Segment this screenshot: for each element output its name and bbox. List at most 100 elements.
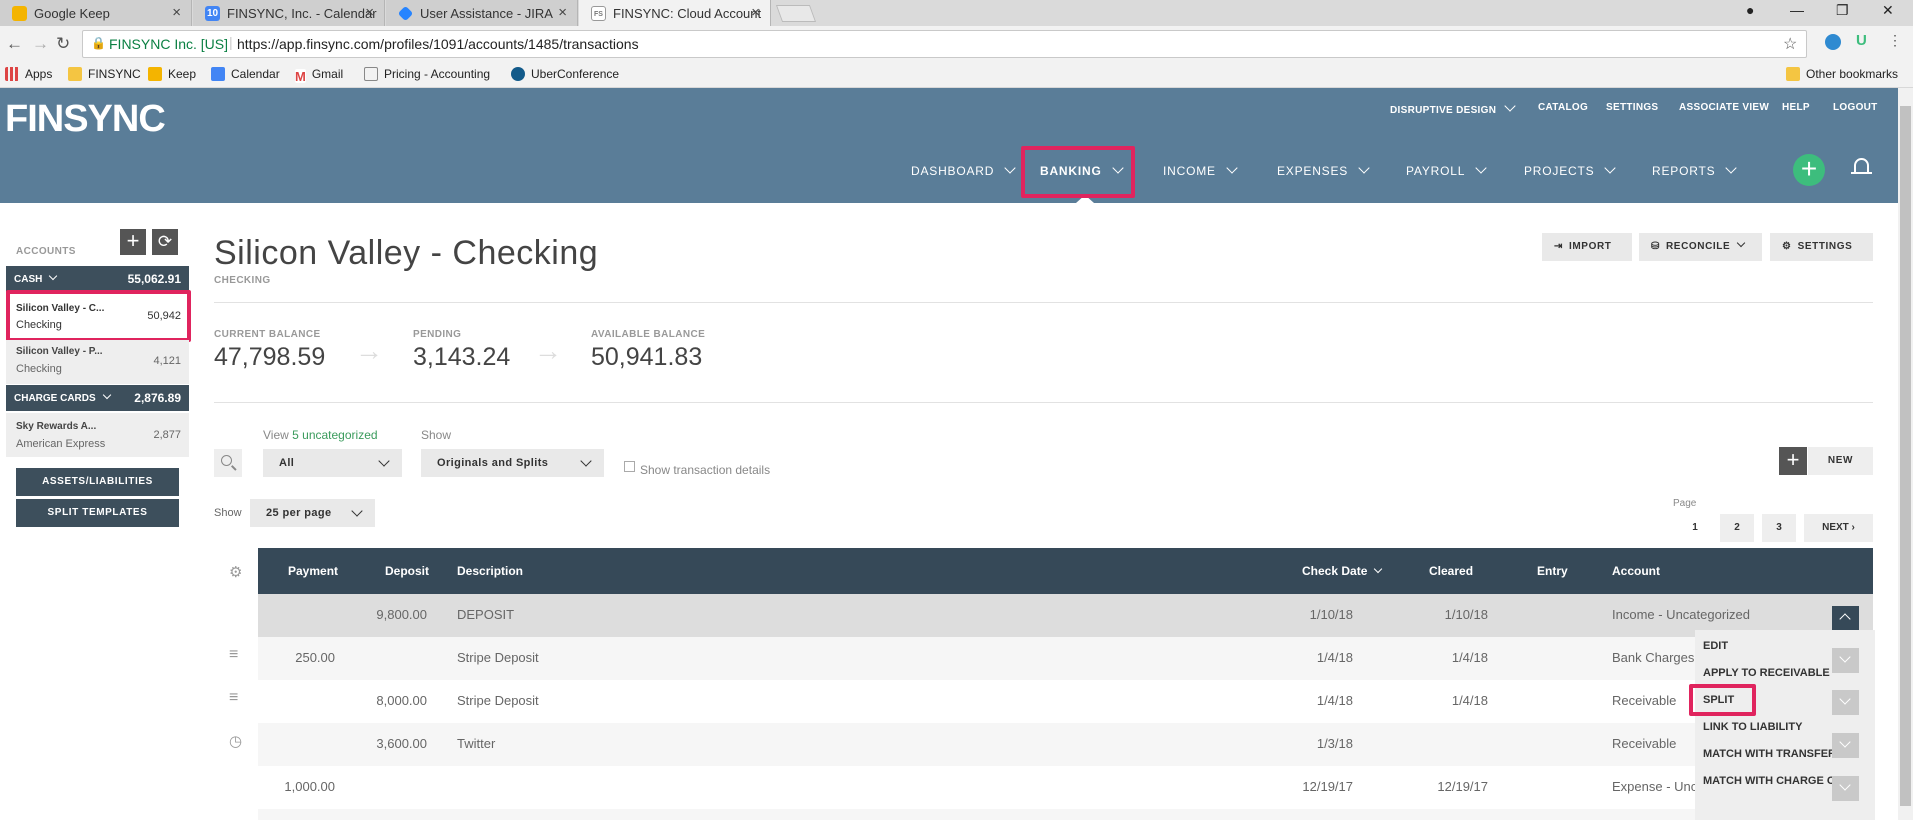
bookmark-calendar[interactable]: Calendar (211, 67, 280, 81)
quick-add-button[interactable]: + (1793, 154, 1825, 186)
secure-label: FINSYNC Inc. [US] (109, 36, 229, 52)
add-account-button[interactable]: + (120, 229, 146, 255)
close-icon[interactable]: × (751, 4, 760, 21)
app-header: FINSYNC DISRUPTIVE DESIGN CATALOG SETTIN… (0, 88, 1898, 203)
cash-group-header[interactable]: CASH 55,062.91 (6, 266, 189, 292)
clock-icon[interactable]: ◷ (229, 732, 242, 750)
drag-handle-icon[interactable]: ≡ (229, 646, 238, 664)
charge-cards-group-header[interactable]: CHARGE CARDS 2,876.89 (6, 385, 189, 411)
show-select[interactable]: Originals and Splits (421, 449, 604, 477)
page-2-button[interactable]: 2 (1720, 514, 1754, 542)
row-expand-button[interactable] (1832, 733, 1859, 758)
nav-income[interactable]: INCOME (1163, 162, 1238, 178)
per-page-select[interactable]: 25 per page (250, 499, 375, 527)
menu-dots-icon[interactable]: ⋮ (1888, 32, 1902, 49)
new-transaction-add-icon[interactable]: + (1779, 447, 1807, 475)
minimize-icon[interactable]: — (1790, 2, 1804, 18)
close-window-icon[interactable]: ✕ (1882, 2, 1894, 19)
account-item[interactable]: Silicon Valley - P... Checking 4,121 (6, 340, 189, 384)
col-description[interactable]: Description (457, 564, 523, 578)
logout-link[interactable]: LOGOUT (1833, 102, 1878, 113)
close-icon[interactable]: × (172, 4, 181, 21)
bookmark-pricing[interactable]: Pricing - Accounting (364, 67, 490, 81)
forward-icon[interactable]: → (32, 34, 49, 54)
page-3-button[interactable]: 3 (1762, 514, 1796, 542)
table-row[interactable]: 250.00 Stripe Deposit 1/4/18 1/4/18 Bank… (258, 637, 1873, 680)
row-expand-button[interactable] (1832, 776, 1859, 801)
bell-icon[interactable] (1854, 158, 1869, 172)
page-scrollbar[interactable] (1898, 88, 1913, 820)
bookmark-uberconference[interactable]: UberConference (511, 67, 619, 81)
tab-finsync[interactable]: FS FINSYNC: Cloud Account × (579, 0, 771, 26)
nav-dashboard[interactable]: DASHBOARD (911, 162, 1016, 178)
reconcile-button[interactable]: ⛁ RECONCILE (1639, 233, 1762, 261)
extension-u-icon[interactable]: U (1856, 32, 1867, 49)
tab-jira[interactable]: User Assistance - JIRA × (386, 0, 578, 26)
new-tab-button[interactable] (775, 5, 817, 22)
url-text[interactable]: https://app.finsync.com/profiles/1091/ac… (237, 36, 639, 52)
col-deposit[interactable]: Deposit (385, 564, 429, 578)
bookmark-keep[interactable]: Keep (148, 67, 196, 81)
close-icon[interactable]: × (365, 4, 374, 21)
help-link[interactable]: HELP (1782, 102, 1810, 113)
extension-icon[interactable] (1825, 34, 1841, 50)
row-expand-button[interactable] (1832, 690, 1859, 715)
restore-icon[interactable]: ❐ (1836, 2, 1849, 19)
tab-google-keep[interactable]: Google Keep × (0, 0, 192, 26)
uncategorized-link[interactable]: 5 uncategorized (292, 428, 377, 442)
refresh-icon[interactable]: ⟳ (152, 229, 178, 255)
view-label: View 5 uncategorized (263, 428, 378, 442)
nav-expenses[interactable]: EXPENSES (1277, 162, 1370, 178)
table-row[interactable]: 3,600.00 Twitter 1/3/18 Receivable (258, 723, 1873, 766)
associate-view-link[interactable]: ASSOCIATE VIEW (1679, 102, 1769, 113)
address-bar[interactable]: 🔒 FINSYNC Inc. [US] | https://app.finsyn… (82, 30, 1807, 58)
import-button[interactable]: ⇥ IMPORT (1542, 233, 1632, 261)
search-button[interactable] (214, 449, 242, 477)
transaction-details-checkbox[interactable] (624, 461, 635, 472)
menu-link-to-liability[interactable]: LINK TO LIABILITY (1703, 721, 1802, 733)
settings-link[interactable]: SETTINGS (1606, 102, 1658, 113)
col-check-date[interactable]: Check Date (1302, 564, 1383, 578)
table-row[interactable]: 1,000.00 12/19/17 12/19/17 Expense - Unc (258, 766, 1873, 809)
table-row[interactable]: 8,000.00 Stripe Deposit 1/4/18 1/4/18 Re… (258, 680, 1873, 723)
row-expand-button[interactable] (1832, 648, 1859, 673)
col-entry[interactable]: Entry (1537, 564, 1568, 578)
col-cleared[interactable]: Cleared (1429, 564, 1473, 578)
drag-handle-icon[interactable]: ≡ (229, 689, 238, 707)
tab-calendar[interactable]: 10 FINSYNC, Inc. - Calendar × (193, 0, 385, 26)
profile-icon[interactable]: ● (1746, 2, 1754, 18)
account-item[interactable]: Sky Rewards A... American Express 2,877 (6, 413, 189, 457)
menu-match-with-charge-card[interactable]: MATCH WITH CHARGE C (1703, 775, 1835, 787)
org-switcher[interactable]: DISRUPTIVE DESIGN (1390, 100, 1516, 116)
bookmark-apps[interactable]: Apps (5, 67, 52, 81)
finsync-logo[interactable]: FINSYNC (5, 98, 166, 141)
account-settings-button[interactable]: ⚙ SETTINGS (1770, 233, 1873, 261)
menu-edit[interactable]: EDIT (1703, 640, 1728, 652)
bookmark-other[interactable]: Other bookmarks (1786, 67, 1898, 81)
next-page-button[interactable]: NEXT › (1804, 514, 1873, 542)
reload-icon[interactable]: ↻ (56, 34, 70, 54)
menu-match-with-transfer[interactable]: MATCH WITH TRANSFER (1703, 748, 1836, 760)
assets-liabilities-button[interactable]: ASSETS/LIABILITIES (16, 468, 179, 496)
page-1-button[interactable]: 1 (1681, 514, 1709, 542)
back-icon[interactable]: ← (6, 34, 23, 54)
col-payment[interactable]: Payment (288, 564, 338, 578)
split-templates-button[interactable]: SPLIT TEMPLATES (16, 499, 179, 527)
nav-projects[interactable]: PROJECTS (1524, 162, 1617, 178)
new-transaction-button[interactable]: NEW (1808, 447, 1873, 475)
bookmark-finsync[interactable]: FINSYNC (68, 67, 141, 81)
col-account[interactable]: Account (1612, 564, 1660, 578)
view-select[interactable]: All (263, 449, 402, 477)
catalog-link[interactable]: CATALOG (1538, 102, 1588, 113)
bookmark-gmail[interactable]: M Gmail (295, 67, 343, 84)
close-icon[interactable]: × (558, 4, 567, 21)
table-row[interactable]: 9,800.00 DEPOSIT 1/10/18 1/10/18 Income … (258, 594, 1873, 637)
star-icon[interactable]: ☆ (1783, 34, 1797, 54)
menu-apply-to-receivable[interactable]: APPLY TO RECEIVABLE (1703, 667, 1830, 679)
table-settings-gear-icon[interactable]: ⚙ (229, 563, 242, 581)
folder-icon (68, 67, 82, 81)
scrollbar-thumb[interactable] (1900, 106, 1911, 806)
nav-payroll[interactable]: PAYROLL (1406, 162, 1487, 178)
row-collapse-button[interactable] (1832, 606, 1859, 631)
nav-reports[interactable]: REPORTS (1652, 162, 1738, 178)
